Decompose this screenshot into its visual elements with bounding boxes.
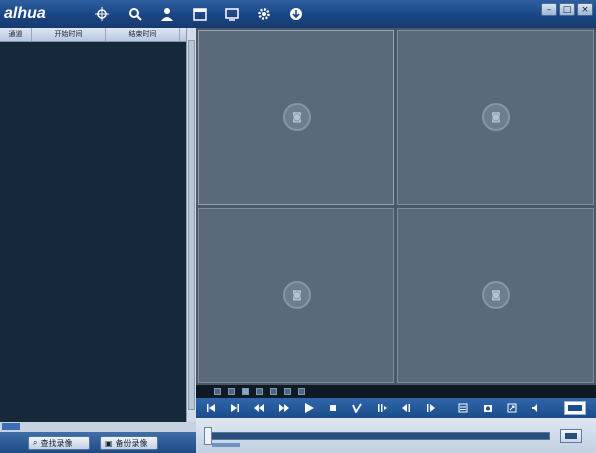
camera-icon: ◙	[482, 281, 510, 309]
minimize-button[interactable]: –	[541, 3, 557, 16]
play-icon[interactable]	[302, 401, 316, 415]
calendar-icon[interactable]	[193, 7, 207, 21]
fullscreen-icon[interactable]	[505, 401, 519, 415]
vertical-scrollbar[interactable]	[186, 28, 196, 422]
camera-icon: ◙	[283, 281, 311, 309]
video-pane-1[interactable]: ◙	[198, 30, 394, 205]
video-pane-2[interactable]: ◙	[397, 30, 594, 205]
column-end-time[interactable]: 结束时间	[106, 28, 180, 41]
previous-icon[interactable]	[204, 401, 218, 415]
crosshair-icon[interactable]	[95, 7, 109, 21]
timeline-track[interactable]	[208, 432, 550, 440]
app-logo: alhua	[4, 5, 46, 22]
sync-play-icon[interactable]	[564, 401, 586, 415]
floppy-icon: ▣	[105, 438, 113, 448]
slow-play-icon[interactable]	[350, 401, 364, 415]
gear-icon[interactable]	[257, 7, 271, 21]
search-icon: ⌕	[33, 438, 38, 447]
backup-record-label: 备份录像	[115, 438, 148, 448]
record-list-header: 通道 开始时间 结束时间	[0, 28, 186, 42]
stop-icon[interactable]	[326, 401, 340, 415]
search-record-button[interactable]: ⌕ 查找录像	[28, 436, 90, 450]
column-channel[interactable]: 通道	[0, 28, 32, 41]
snapshot-icon[interactable]	[481, 401, 495, 415]
video-pane-4[interactable]: ◙	[397, 208, 594, 383]
backup-record-button[interactable]: ▣ 备份录像	[100, 436, 158, 450]
frame-forward-icon[interactable]	[424, 401, 438, 415]
video-pane-3[interactable]: ◙	[198, 208, 394, 383]
search-icon[interactable]	[128, 7, 142, 21]
search-record-label: 查找录像	[40, 438, 73, 448]
frame-back-icon[interactable]	[399, 401, 413, 415]
step-icon[interactable]	[375, 401, 389, 415]
timeline	[196, 418, 596, 453]
restore-button[interactable]: □	[559, 3, 575, 16]
layout-4-icon[interactable]	[228, 388, 235, 395]
column-start-time[interactable]: 开始时间	[32, 28, 106, 41]
timeline-handle[interactable]	[204, 427, 212, 445]
camera-icon: ◙	[283, 103, 311, 131]
layout-1-icon[interactable]	[214, 388, 221, 395]
horizontal-scroll-thumb[interactable]	[2, 423, 20, 430]
next-icon[interactable]	[228, 401, 242, 415]
user-icon[interactable]	[160, 7, 174, 21]
left-button-bar: ⌕ 查找录像 ▣ 备份录像	[0, 432, 196, 453]
timeline-zoom-button[interactable]	[560, 429, 582, 443]
layout-custom-icon[interactable]	[270, 388, 277, 395]
layout-full-icon[interactable]	[284, 388, 291, 395]
playback-controls	[196, 398, 596, 418]
volume-icon[interactable]	[529, 401, 543, 415]
layout-9-icon[interactable]	[242, 388, 249, 395]
display-icon[interactable]	[225, 7, 239, 21]
close-button[interactable]: ×	[577, 3, 593, 16]
horizontal-scrollbar[interactable]	[0, 422, 196, 432]
download-icon[interactable]	[289, 7, 303, 21]
video-grid: ◙ ◙ ◙ ◙	[196, 28, 596, 385]
layout-extra-icon[interactable]	[298, 388, 305, 395]
fast-forward-icon[interactable]	[277, 401, 291, 415]
rewind-icon[interactable]	[252, 401, 266, 415]
layout-16-icon[interactable]	[256, 388, 263, 395]
layout-selector-bar	[196, 385, 596, 398]
camera-icon: ◙	[482, 103, 510, 131]
record-list[interactable]	[0, 42, 186, 422]
vertical-scroll-thumb[interactable]	[188, 40, 195, 410]
list-icon[interactable]	[456, 401, 470, 415]
timeline-zoom-bar[interactable]	[212, 443, 240, 447]
